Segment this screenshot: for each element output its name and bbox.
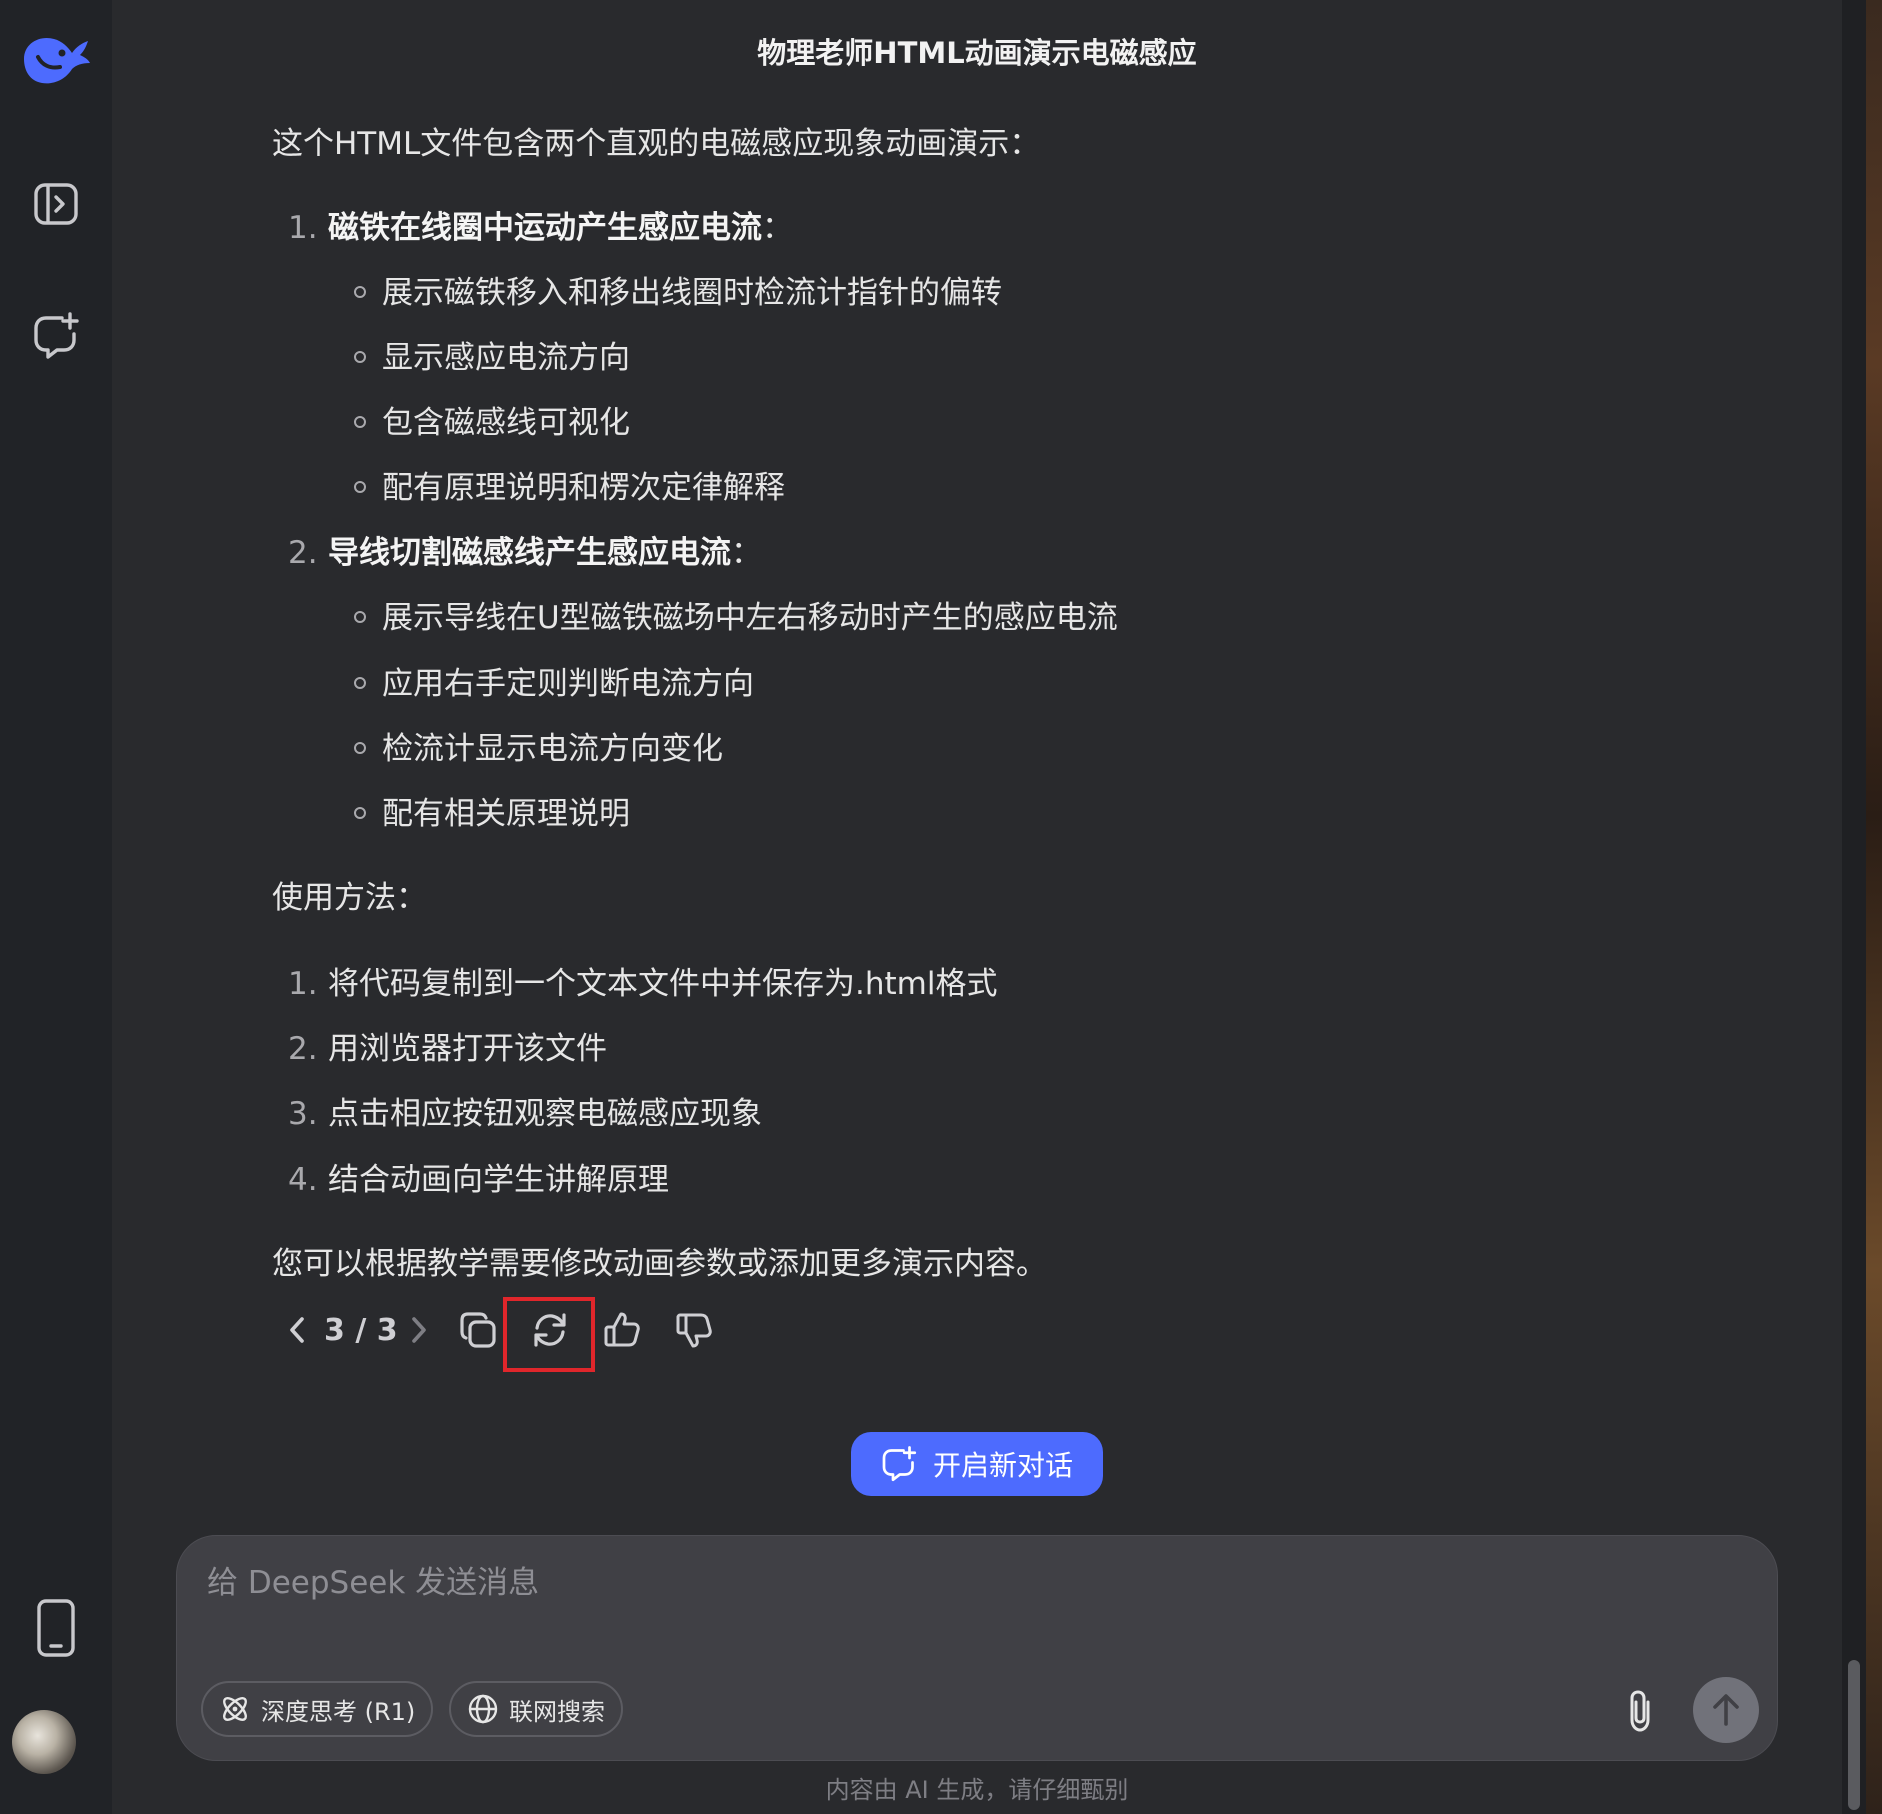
list-item: 1. 磁铁在线圈中运动产生感应电流： xyxy=(288,202,793,247)
step-text: 结合动画向学生讲解原理 xyxy=(328,1162,669,1198)
bullet-icon xyxy=(354,285,366,298)
page-title: 物理老师HTML动画演示电磁感应 xyxy=(757,36,1197,70)
new-chat-icon[interactable] xyxy=(0,306,112,366)
list-item: 2. 导线切割磁感线产生感应电流： xyxy=(288,527,762,572)
thumbs-up-icon xyxy=(604,1312,640,1347)
list-item: 配有相关原理说明 xyxy=(354,788,630,833)
message-intro: 这个HTML文件包含两个直观的电磁感应现象动画演示： xyxy=(272,126,1041,162)
bullet-text: 检流计显示电流方向变化 xyxy=(382,731,723,767)
copy-button[interactable] xyxy=(448,1300,508,1360)
step-text: 将代码复制到一个文本文件中并保存为.html格式 xyxy=(328,966,998,1002)
new-chat-icon xyxy=(882,1446,917,1482)
scrollbar-thumb[interactable] xyxy=(1848,1660,1860,1810)
list-item: 1. 将代码复制到一个文本文件中并保存为.html格式 xyxy=(288,958,997,1003)
bullet-icon xyxy=(354,415,366,428)
section-colon: ： xyxy=(762,210,793,246)
web-search-toggle[interactable]: 联网搜索 xyxy=(449,1681,623,1737)
chevron-left-icon xyxy=(290,1317,304,1343)
bullet-text: 显示感应电流方向 xyxy=(382,340,630,376)
thumbs-down-icon xyxy=(676,1313,712,1348)
section-colon: ： xyxy=(731,535,762,571)
scrollbar-track[interactable] xyxy=(1842,0,1866,1814)
dislike-button[interactable] xyxy=(664,1300,724,1360)
sidebar-toggle-icon[interactable] xyxy=(0,176,112,232)
list-item: 检流计显示电流方向变化 xyxy=(354,723,723,768)
mobile-app-icon[interactable] xyxy=(0,1596,112,1660)
like-button[interactable] xyxy=(592,1300,652,1360)
bullet-text: 展示磁铁移入和移出线圈时检流计指针的偏转 xyxy=(382,275,1002,311)
list-item: 展示导线在U型磁铁磁场中左右移动时产生的感应电流 xyxy=(354,592,1118,637)
atom-icon xyxy=(223,1697,247,1721)
message-closing: 您可以根据教学需要修改动画参数或添加更多演示内容。 xyxy=(272,1246,1047,1282)
new-chat-button[interactable]: 开启新对话 xyxy=(851,1432,1103,1496)
bullet-text: 展示导线在U型磁铁磁场中左右移动时产生的感应电流 xyxy=(382,600,1118,636)
section-title: 导线切割磁感线产生感应电流 xyxy=(328,535,731,571)
arrow-up-icon xyxy=(1713,1694,1739,1726)
list-item: 展示磁铁移入和移出线圈时检流计指针的偏转 xyxy=(354,267,1002,312)
bullet-text: 包含磁感线可视化 xyxy=(382,405,630,441)
sidebar xyxy=(0,0,112,1814)
next-response-button[interactable] xyxy=(394,1300,444,1360)
list-item: 3. 点击相应按钮观察电磁感应现象 xyxy=(288,1088,762,1133)
list-item: 4. 结合动画向学生讲解原理 xyxy=(288,1154,669,1199)
message-input[interactable] xyxy=(205,1564,1605,1602)
globe-icon xyxy=(468,1694,498,1724)
bullet-icon xyxy=(354,350,366,363)
bullet-icon xyxy=(354,741,366,754)
deep-think-toggle[interactable]: 深度思考 (R1) xyxy=(201,1681,434,1737)
deep-think-label: 深度思考 (R1) xyxy=(261,1697,416,1726)
list-item: 显示感应电流方向 xyxy=(354,332,630,377)
step-text: 点击相应按钮观察电磁感应现象 xyxy=(328,1096,762,1132)
bullet-icon xyxy=(354,480,366,493)
annotation-highlight-box xyxy=(503,1297,595,1372)
list-item: 2. 用浏览器打开该文件 xyxy=(288,1023,607,1068)
deepseek-logo-icon[interactable] xyxy=(0,22,112,94)
ai-disclaimer: 内容由 AI 生成，请仔细甄别 xyxy=(825,1776,1129,1804)
list-item: 配有原理说明和楞次定律解释 xyxy=(354,462,785,507)
attach-file-button[interactable] xyxy=(1610,1681,1670,1741)
list-item: 包含磁感线可视化 xyxy=(354,397,630,442)
previous-response-button[interactable] xyxy=(272,1300,322,1360)
send-button[interactable] xyxy=(1693,1677,1759,1743)
list-item: 应用右手定则判断电流方向 xyxy=(354,658,754,703)
usage-heading: 使用方法： xyxy=(272,880,427,916)
section-title: 磁铁在线圈中运动产生感应电流 xyxy=(328,210,762,246)
web-search-label: 联网搜索 xyxy=(509,1697,605,1726)
bullet-icon xyxy=(354,806,366,819)
list-number: 3. xyxy=(288,1096,318,1132)
list-number: 2. xyxy=(288,1031,318,1067)
bullet-icon xyxy=(354,610,366,623)
list-number: 1. xyxy=(288,966,318,1002)
bullet-icon xyxy=(354,676,366,689)
copy-icon xyxy=(460,1312,496,1348)
bullet-text: 配有原理说明和楞次定律解释 xyxy=(382,470,785,506)
chevron-right-icon xyxy=(412,1317,426,1343)
list-number: 4. xyxy=(288,1162,318,1198)
message-composer: 深度思考 (R1) 联网搜索 xyxy=(176,1535,1778,1761)
response-pager: 3 / 3 xyxy=(324,1313,398,1348)
list-number: 2. xyxy=(288,535,318,571)
step-text: 用浏览器打开该文件 xyxy=(328,1031,607,1067)
list-number: 1. xyxy=(288,210,318,246)
avatar[interactable] xyxy=(12,1710,76,1774)
new-chat-label: 开启新对话 xyxy=(932,1449,1073,1482)
paperclip-icon xyxy=(1630,1690,1650,1732)
bullet-text: 配有相关原理说明 xyxy=(382,796,630,832)
bullet-text: 应用右手定则判断电流方向 xyxy=(382,666,754,702)
